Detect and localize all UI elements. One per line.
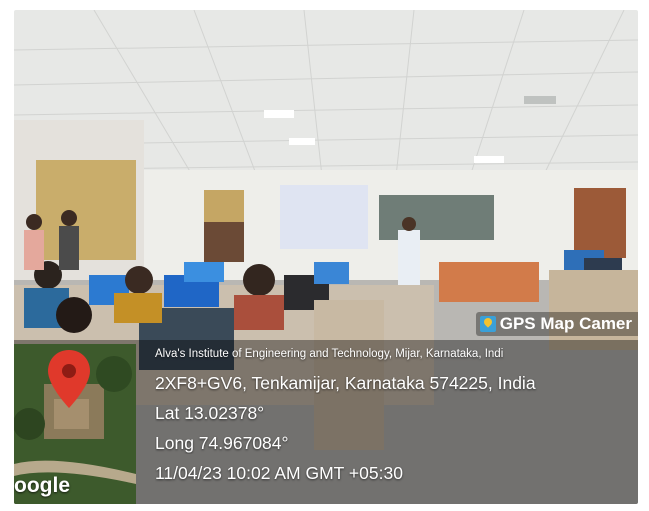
gps-app-badge: GPS Map Camer <box>475 312 638 336</box>
ceiling-light <box>264 110 294 118</box>
app-badge-label: GPS Map Camer <box>499 314 632 333</box>
datetime: 11/04/23 10:02 AM GMT +05:30 <box>155 463 403 483</box>
teacher-desk <box>439 262 539 302</box>
student <box>56 297 92 333</box>
short-address: 2XF8+GV6, Tenkamijar, Karnataka 574225, … <box>155 373 536 393</box>
green-board <box>379 195 494 240</box>
map-pin-icon <box>479 316 496 332</box>
monitor <box>314 262 349 284</box>
map-provider-logo: oogle <box>14 474 70 497</box>
ceiling-light <box>289 138 315 145</box>
ceiling-light <box>474 156 504 163</box>
student <box>243 264 275 296</box>
latitude: Lat 13.02378° <box>155 403 265 423</box>
window-curtain <box>36 160 136 260</box>
location-info: Alva's Institute of Engineering and Tech… <box>155 348 638 484</box>
student <box>125 266 153 294</box>
monitor <box>184 262 224 282</box>
projection-screen <box>280 185 368 249</box>
ceiling-vent <box>524 96 556 104</box>
location-map-thumbnail: oogle <box>14 344 136 504</box>
full-address: Alva's Institute of Engineering and Tech… <box>155 348 504 360</box>
door <box>574 188 626 258</box>
longitude: Long 74.967084° <box>155 433 289 453</box>
classroom-photo: GPS Map Camer oogle Alva's Institute of … <box>14 10 638 504</box>
